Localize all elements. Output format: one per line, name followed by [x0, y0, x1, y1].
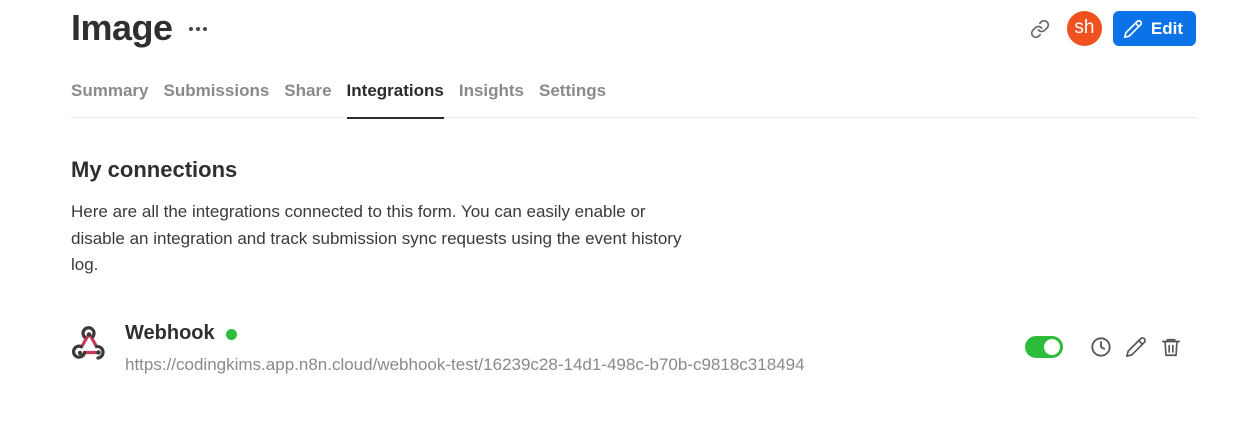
avatar[interactable]: sh: [1066, 11, 1102, 46]
tab-bar: Summary Submissions Share Integrations I…: [71, 78, 1196, 119]
section-description: Here are all the integrations connected …: [71, 202, 682, 274]
integration-name-row: Webhook: [125, 322, 237, 345]
tab-settings[interactable]: Settings: [539, 78, 606, 118]
pencil-icon: [1123, 19, 1142, 38]
integrations-page: Image sh Edit Summary Submissions Share …: [0, 0, 1259, 422]
title-row: Image: [71, 8, 207, 48]
status-indicator: [225, 329, 237, 340]
edit-button-label: Edit: [1150, 18, 1183, 38]
tab-insights[interactable]: Insights: [459, 78, 524, 118]
section-title: My connections: [71, 157, 238, 182]
integration-item: Webhook https://codingkims.app.n8n.cloud…: [71, 322, 1196, 382]
tab-submissions[interactable]: Submissions: [163, 78, 269, 118]
tab-summary[interactable]: Summary: [71, 78, 148, 118]
history-icon[interactable]: [1089, 335, 1113, 359]
tab-integrations[interactable]: Integrations: [346, 78, 445, 119]
page-title: Image: [71, 7, 173, 48]
edit-button[interactable]: Edit: [1112, 11, 1196, 46]
integration-name: Webhook: [125, 322, 215, 344]
webhook-url: https://codingkims.app.n8n.cloud/webhook…: [125, 355, 805, 374]
header-actions: sh Edit: [1028, 11, 1196, 46]
enable-toggle[interactable]: [1025, 336, 1063, 358]
tab-share[interactable]: Share: [284, 78, 331, 118]
link-icon[interactable]: [1028, 17, 1052, 41]
more-options-icon[interactable]: [188, 27, 207, 31]
integration-actions: [1025, 335, 1183, 359]
edit-icon[interactable]: [1124, 335, 1148, 359]
trash-icon[interactable]: [1159, 335, 1183, 359]
webhook-icon: [72, 326, 105, 360]
